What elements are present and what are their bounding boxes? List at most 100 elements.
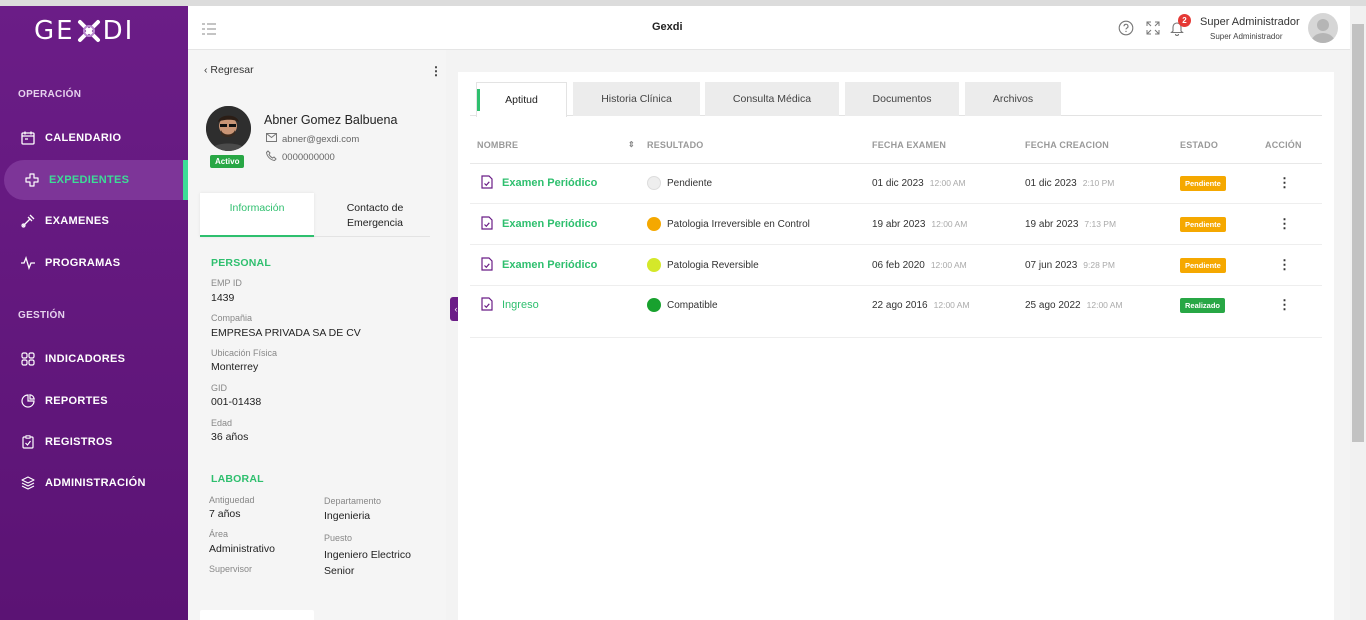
tab-aptitud[interactable]: Aptitud xyxy=(476,82,567,117)
sidebar-item-examenes[interactable]: EXAMENES xyxy=(0,201,188,241)
exam-date: 22 ago 2016 xyxy=(872,299,928,311)
clipboard-icon xyxy=(20,434,36,450)
logo[interactable]: GE DI xyxy=(34,16,134,46)
profile-options-icon[interactable]: ⋮ xyxy=(430,64,442,78)
app-window: GE DI OPERACIÓN CALENDARIO EXPEDIENTES E… xyxy=(0,0,1366,620)
column-header-fecha-creacion[interactable]: FECHA CREACION xyxy=(1025,140,1109,150)
created-time: 12:00 AM xyxy=(1086,300,1123,310)
tab-documentos[interactable]: Documentos xyxy=(845,82,959,116)
phone-icon xyxy=(265,150,277,164)
result-text: Patologia Reversible xyxy=(667,259,759,271)
document-check-icon xyxy=(481,256,493,274)
row-actions-icon[interactable]: ⋮ xyxy=(1278,216,1291,232)
sidebar-item-registros[interactable]: REGISTROS xyxy=(0,422,188,462)
field-value-compania: EMPRESA PRIVADA SA DE CV xyxy=(211,327,361,339)
exam-name-link[interactable]: Examen Periódico xyxy=(502,177,597,189)
field-value-edad: 36 años xyxy=(211,431,249,443)
top-bar: Gexdi 2 Super Administrador Super Admini… xyxy=(188,6,1350,50)
exam-name-link[interactable]: Ingreso xyxy=(502,299,539,311)
pulse-icon xyxy=(20,255,36,271)
back-link[interactable]: ‹ Regresar xyxy=(204,64,254,76)
row-actions-icon[interactable]: ⋮ xyxy=(1278,175,1291,191)
column-header-nombre[interactable]: NOMBRE xyxy=(477,140,518,150)
field-value-puesto: Ingeniero Electrico Senior xyxy=(324,549,411,577)
calendar-icon xyxy=(20,130,36,146)
logo-mark-icon xyxy=(76,18,102,44)
table-row[interactable]: Examen Periódico Pendiente 01 dic 2023 12… xyxy=(470,163,1322,204)
sort-icon[interactable]: ⇕ xyxy=(628,140,635,149)
user-role: Super Administrador xyxy=(1210,32,1283,41)
exam-time: 12:00 AM xyxy=(930,260,967,270)
result-text: Pendiente xyxy=(667,177,713,189)
tab-historia-clinica[interactable]: Historia Clínica xyxy=(573,82,700,116)
user-avatar[interactable] xyxy=(1308,13,1338,43)
tab-contacto-emergencia[interactable]: Contacto de Emergencia xyxy=(320,193,430,237)
field-label-departamento: Departamento xyxy=(324,496,382,506)
tab-informacion[interactable]: Información xyxy=(200,193,314,237)
table-row[interactable]: Examen Periódico Patologia Reversible 06… xyxy=(470,245,1322,286)
created-date: 01 dic 2023 xyxy=(1025,177,1077,189)
field-label-antiguedad: Antiguedad xyxy=(209,495,255,505)
logo-text-right: DI xyxy=(102,16,135,46)
pie-chart-icon xyxy=(20,393,36,409)
field-label-edad: Edad xyxy=(211,418,233,428)
chevron-left-icon: ‹ xyxy=(204,64,208,76)
content-area: ‹ Regresar ⋮ Abner Gomez Balbuena abner@… xyxy=(188,50,1350,620)
vertical-scrollbar[interactable] xyxy=(1350,6,1366,620)
profile-avatar xyxy=(206,106,251,151)
tab-consulta-medica[interactable]: Consulta Médica xyxy=(705,82,839,116)
table-row[interactable]: Ingreso Compatible 22 ago 2016 12:00 AM 2… xyxy=(470,285,1322,338)
tab-archivos[interactable]: Archivos xyxy=(965,82,1061,116)
created-date: 19 abr 2023 xyxy=(1025,218,1079,230)
exam-name-link[interactable]: Examen Periódico xyxy=(502,218,597,230)
sidebar-item-expedientes[interactable]: EXPEDIENTES xyxy=(4,160,188,200)
column-header-accion[interactable]: ACCIÓN xyxy=(1265,140,1302,150)
menu-toggle-icon[interactable] xyxy=(202,22,216,40)
column-header-resultado[interactable]: RESULTADO xyxy=(647,140,703,150)
sidebar-item-calendario[interactable]: CALENDARIO xyxy=(0,118,188,158)
sidebar-item-reportes[interactable]: REPORTES xyxy=(0,381,188,421)
row-actions-icon[interactable]: ⋮ xyxy=(1278,257,1291,273)
field-value-emp-id: 1439 xyxy=(211,292,235,304)
status-badge: Pendiente xyxy=(1180,216,1226,232)
sidebar-item-programas[interactable]: PROGRAMAS xyxy=(0,243,188,283)
result-text: Patologia Irreversible en Control xyxy=(667,218,810,230)
section-title-gestion: GESTIÓN xyxy=(18,310,66,321)
table-row[interactable]: Examen Periódico Patologia Irreversible … xyxy=(470,204,1322,245)
exam-time: 12:00 AM xyxy=(931,219,968,229)
stethoscope-icon xyxy=(20,213,36,229)
medical-icon xyxy=(24,172,40,188)
created-date: 25 ago 2022 xyxy=(1025,299,1081,311)
result-indicator xyxy=(647,298,661,312)
created-time: 7:13 PM xyxy=(1084,219,1117,229)
result-text: Compatible xyxy=(667,299,718,311)
sidebar-item-label: CALENDARIO xyxy=(45,132,122,144)
exam-date: 19 abr 2023 xyxy=(872,218,926,230)
column-header-fecha-examen[interactable]: FECHA EXAMEN xyxy=(872,140,946,150)
profile-name: Abner Gomez Balbuena xyxy=(264,113,398,127)
document-check-icon xyxy=(481,215,493,233)
user-name[interactable]: Super Administrador xyxy=(1200,16,1300,28)
field-label-emp-id: EMP ID xyxy=(211,278,242,288)
sidebar-item-administracion[interactable]: ADMINISTRACIÓN xyxy=(0,463,188,503)
row-actions-icon[interactable]: ⋮ xyxy=(1278,297,1291,313)
status-badge: Realizado xyxy=(1180,297,1226,313)
table-header: NOMBRE ⇕ RESULTADO FECHA EXAMEN FECHA CR… xyxy=(470,140,1322,164)
exam-date: 06 feb 2020 xyxy=(872,259,925,271)
field-label-puesto: Puesto xyxy=(324,533,353,543)
scrollbar-thumb[interactable] xyxy=(1352,24,1364,442)
main-panel: Aptitud Historia Clínica Consulta Médica… xyxy=(458,72,1334,620)
section-title-operacion: OPERACIÓN xyxy=(18,89,82,100)
column-header-estado[interactable]: ESTADO xyxy=(1180,140,1218,150)
sidebar-item-indicadores[interactable]: INDICADORES xyxy=(0,339,188,379)
status-badge: Activo xyxy=(210,155,245,168)
help-icon[interactable] xyxy=(1118,20,1134,41)
field-label-gid: GID xyxy=(211,383,228,393)
result-indicator xyxy=(647,258,661,272)
page-title: Gexdi xyxy=(652,21,683,33)
field-value-gid: 001-01438 xyxy=(211,396,262,408)
field-label-supervisor: Supervisor xyxy=(209,564,253,574)
fullscreen-icon[interactable] xyxy=(1146,21,1160,40)
exam-name-link[interactable]: Examen Periódico xyxy=(502,259,597,271)
created-time: 2:10 PM xyxy=(1082,178,1115,188)
